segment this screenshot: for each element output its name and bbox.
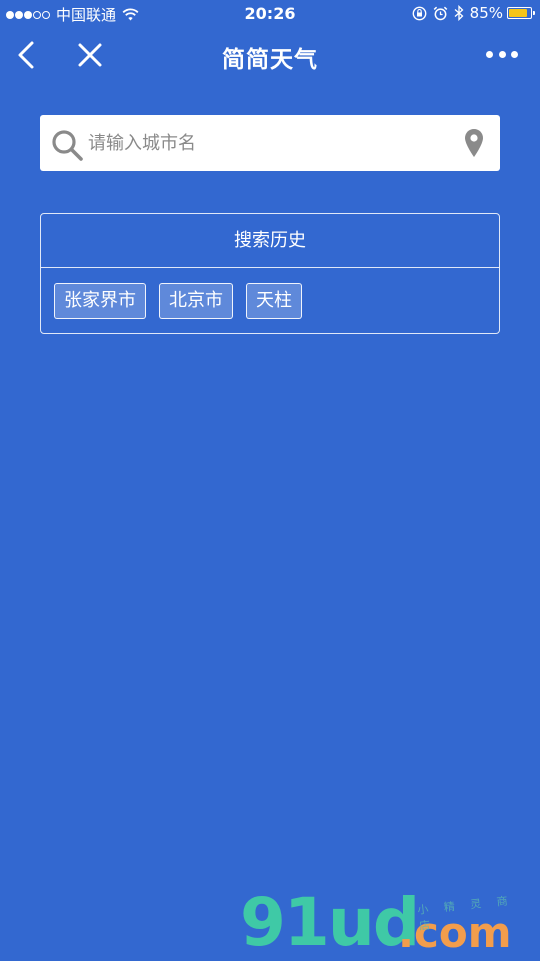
history-tag[interactable]: 天柱: [246, 283, 302, 319]
location-pin-icon[interactable]: [464, 128, 484, 158]
more-dots-icon[interactable]: [486, 48, 518, 60]
bluetooth-icon: [454, 5, 464, 21]
history-tag[interactable]: 张家界市: [54, 283, 146, 319]
history-tag[interactable]: 北京市: [159, 283, 233, 319]
search-history-tags: 张家界市 北京市 天柱: [41, 268, 499, 319]
battery-fill: [509, 9, 527, 17]
status-bar: 中国联通 20:26 85%: [0, 0, 540, 28]
more-dot: [511, 50, 518, 58]
status-right: 85%: [412, 4, 535, 22]
search-history-title: 搜索历史: [41, 214, 499, 268]
watermark-main: 91ud: [240, 884, 420, 961]
rotation-lock-icon: [412, 6, 427, 21]
search-icon: [50, 128, 84, 162]
watermark-logo: 91ud .com 小 精 灵 商 店: [240, 890, 530, 956]
search-history-panel: 搜索历史 张家界市 北京市 天柱: [40, 213, 500, 334]
page-title: 简简天气: [222, 47, 318, 73]
watermark-sub: 小 精 灵 商 店: [416, 893, 515, 933]
more-dot: [498, 50, 506, 58]
search-input[interactable]: [88, 125, 448, 161]
battery-percent: 85%: [469, 4, 503, 22]
alarm-icon: [433, 6, 448, 21]
navigation-bar: 简简天气: [0, 28, 540, 84]
battery-icon: [507, 7, 535, 19]
battery-cap: [533, 11, 535, 15]
search-box: [40, 115, 500, 171]
more-dot: [486, 50, 493, 58]
